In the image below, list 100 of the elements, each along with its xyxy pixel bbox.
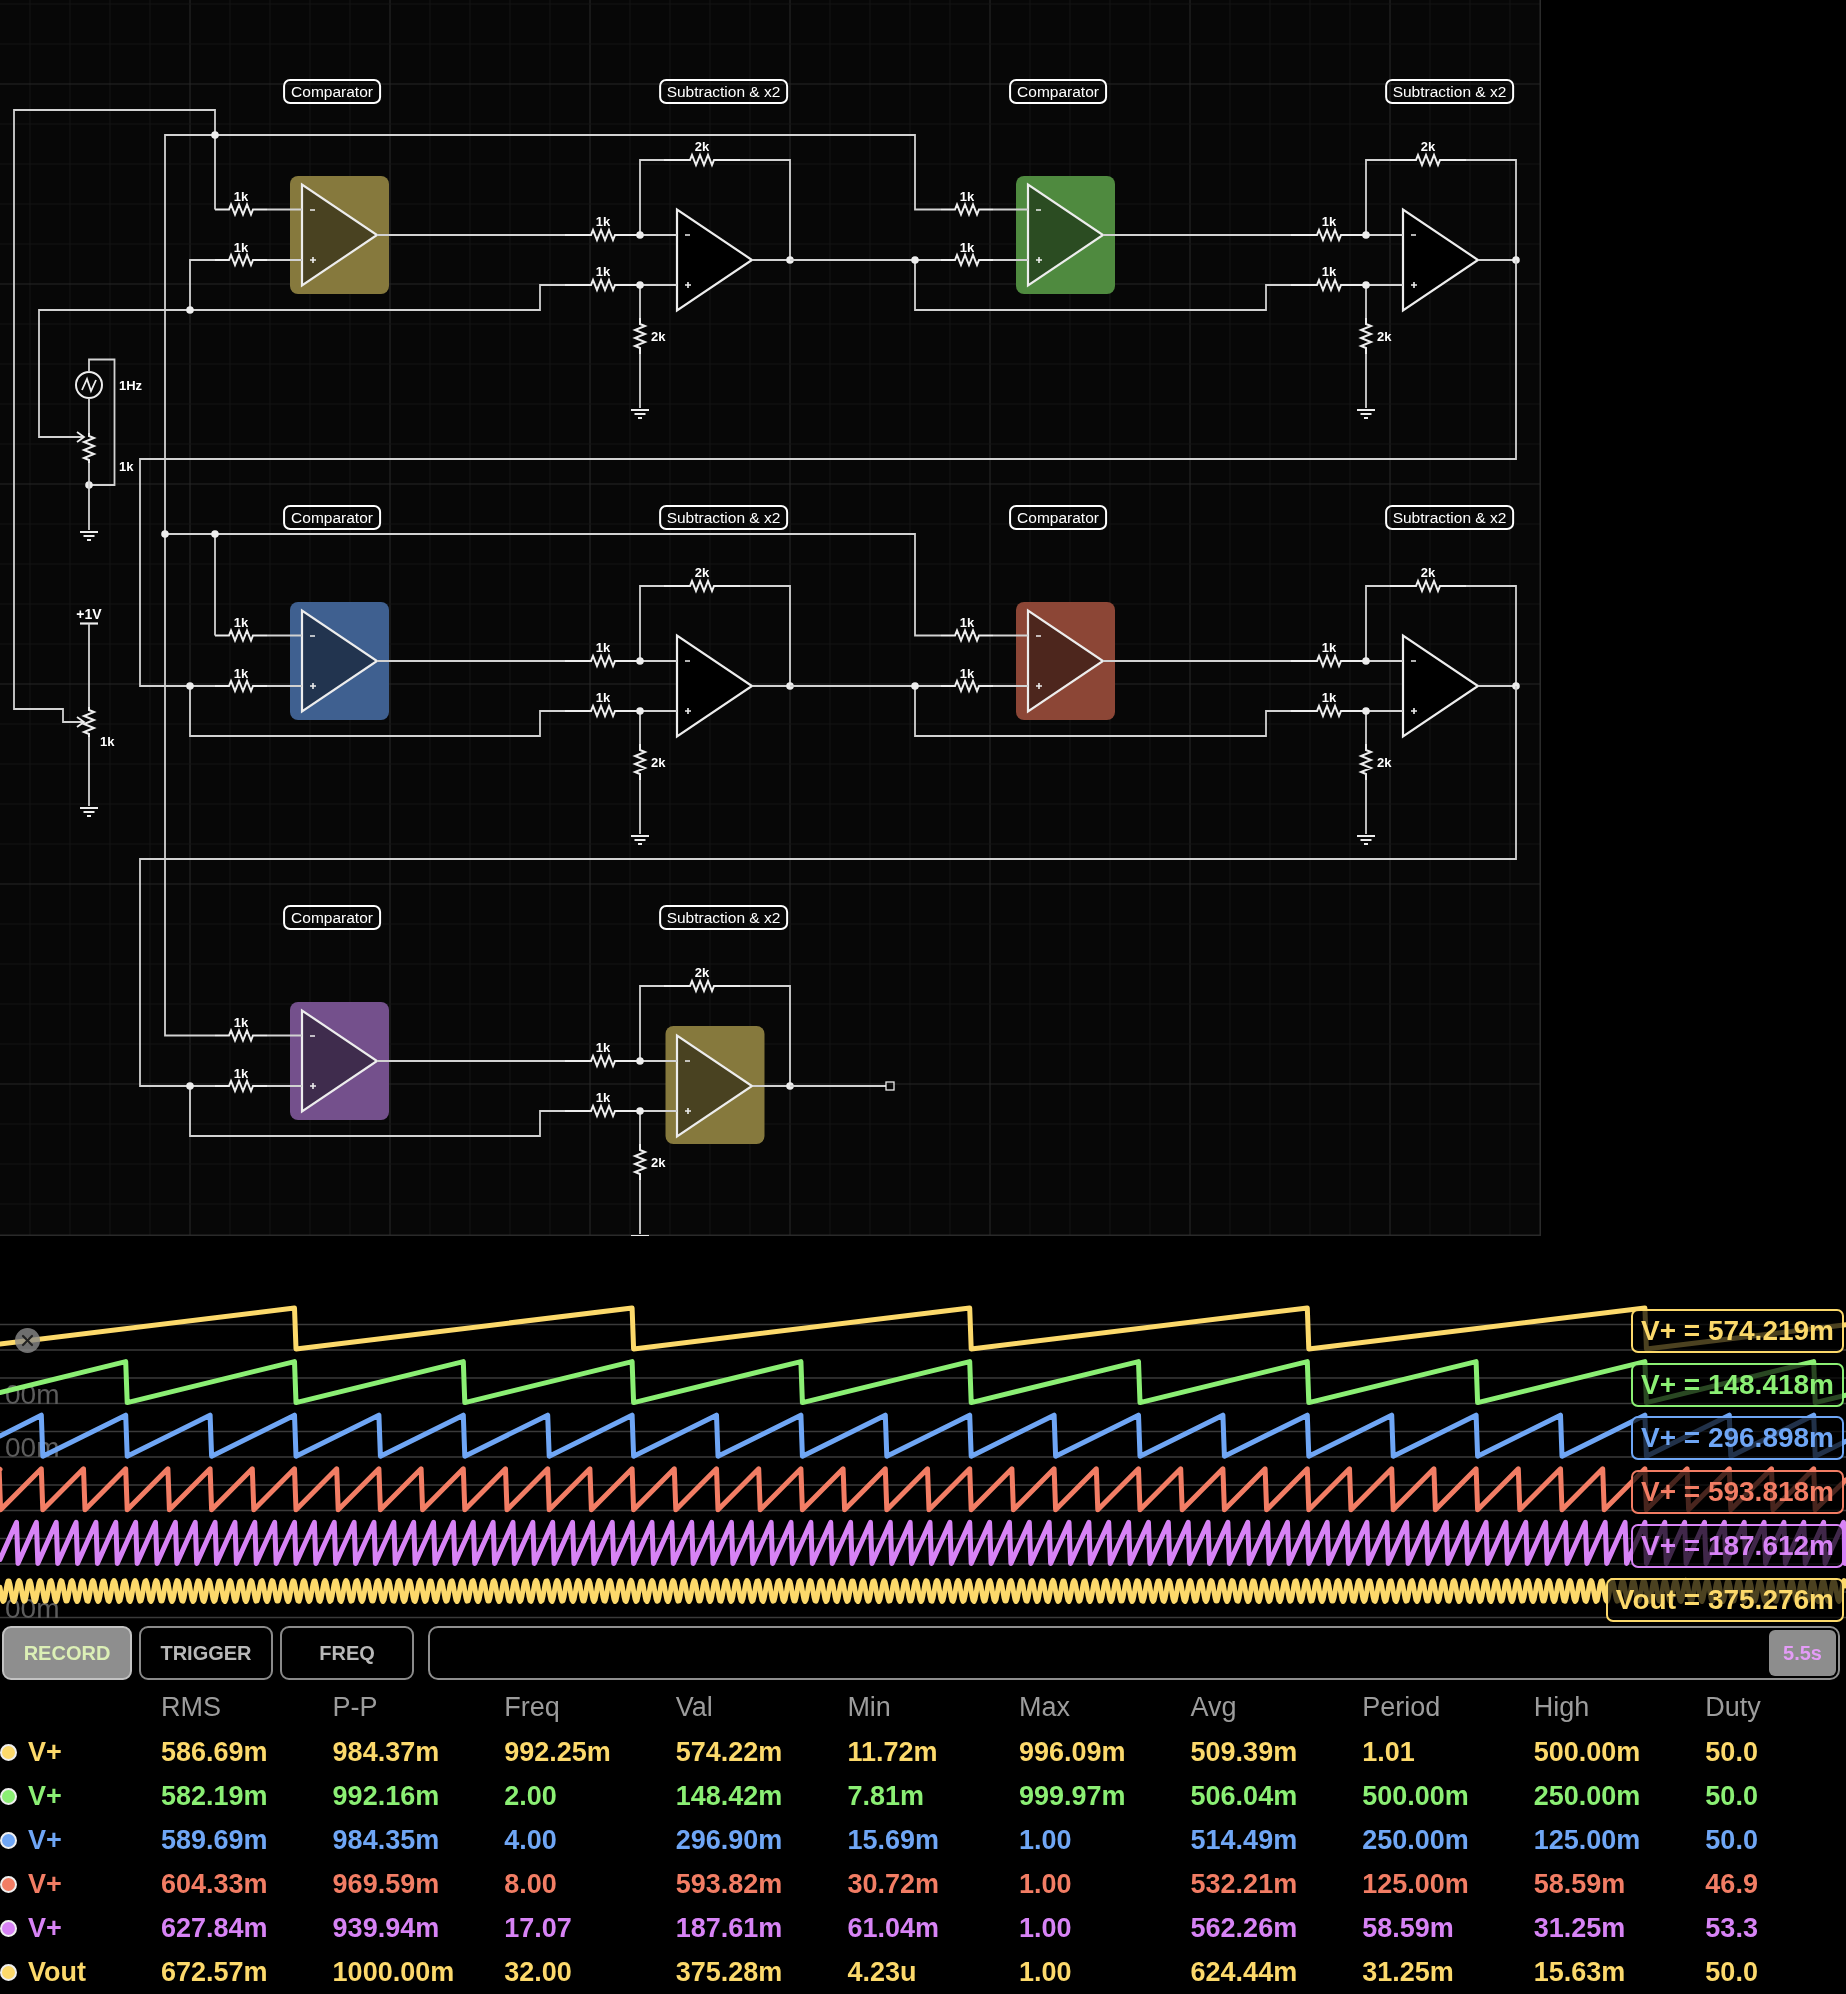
resistor-icon <box>663 578 741 594</box>
module-label: Comparator <box>283 505 381 530</box>
supply-rail-icon <box>80 622 98 625</box>
table-cell: 1.01 <box>1362 1738 1415 1766</box>
junction-dot-icon <box>1362 281 1370 289</box>
junction-dot-icon <box>1362 231 1370 239</box>
resistor-value: 2k <box>1377 329 1392 344</box>
table-cell: 187.61m <box>675 1914 783 1942</box>
op-amp-icon <box>1401 633 1480 739</box>
resistor-value: 1k <box>1321 640 1337 655</box>
time-window-button[interactable]: 5.5s <box>1769 1630 1836 1676</box>
table-cell: 30.72m <box>847 1870 939 1898</box>
column-header: High <box>1533 1693 1590 1721</box>
ground-icon <box>630 409 650 419</box>
resistor-icon <box>1358 743 1374 781</box>
table-cell: 50.0 <box>1705 1738 1758 1766</box>
table-cell: 31.25m <box>1362 1958 1454 1986</box>
resistor-value: 1k <box>233 1015 249 1030</box>
resistor-icon <box>1389 152 1467 168</box>
channel-name: V+ <box>28 1826 62 1854</box>
table-cell: 58.59m <box>1362 1914 1454 1942</box>
resistor-value: 1k <box>233 1065 249 1081</box>
channel-name: V+ <box>28 1738 62 1766</box>
junction-dot-icon <box>211 131 219 139</box>
channel-reading: V+ = 593.818m <box>1630 1470 1844 1515</box>
table-cell: 296.90m <box>675 1826 783 1854</box>
module-label: Subtraction & x2 <box>1384 505 1515 530</box>
resistor-value: 1k <box>959 239 975 255</box>
table-cell: 50.0 <box>1705 1782 1758 1810</box>
column-header: Freq <box>504 1693 560 1721</box>
resistor-value: 1k <box>959 665 975 681</box>
table-cell: 996.09m <box>1018 1738 1126 1766</box>
table-cell: 509.39m <box>1190 1738 1298 1766</box>
table-cell: 15.63m <box>1533 1958 1626 1986</box>
junction-dot-icon <box>636 281 644 289</box>
module-label: Subtraction & x2 <box>658 79 789 104</box>
ground-icon <box>1356 409 1376 419</box>
resistor-value: 1k <box>1321 264 1337 279</box>
timeline-bar[interactable]: 5.5s <box>428 1626 1840 1680</box>
junction-dot-icon <box>1362 707 1370 715</box>
potentiometer-icon <box>76 431 97 464</box>
junction-dot-icon <box>636 1107 644 1115</box>
resistor-value: 1k <box>1321 214 1337 229</box>
resistor-value: 1k <box>595 1090 611 1105</box>
resistor-icon <box>663 978 741 994</box>
module-label: Comparator <box>1009 79 1107 104</box>
resistor-value: 2k <box>1377 755 1392 770</box>
table-cell: 17.07 <box>504 1914 572 1942</box>
table-cell: 604.33m <box>161 1870 268 1898</box>
resistor-icon <box>663 152 741 168</box>
trigger-button[interactable]: TRIGGER <box>139 1626 273 1680</box>
record-button[interactable]: RECORD <box>2 1626 132 1680</box>
table-cell: 627.84m <box>161 1914 268 1942</box>
resistor-value: 2k <box>651 1155 666 1170</box>
table-cell: 939.94m <box>332 1914 440 1942</box>
op-amp-icon <box>290 602 389 720</box>
table-cell: 31.25m <box>1533 1914 1626 1942</box>
table-cell: 1000.00m <box>332 1958 455 1986</box>
junction-dot-icon <box>911 682 919 690</box>
table-cell: 46.9 <box>1705 1870 1758 1898</box>
column-header: Duty <box>1705 1693 1761 1721</box>
resistor-icon <box>940 201 994 218</box>
freq-button[interactable]: FREQ <box>280 1626 414 1680</box>
resistor-value: 1k <box>595 214 611 229</box>
module-label: Comparator <box>283 905 381 930</box>
channel-reading: Vout = 375.276m <box>1605 1577 1844 1622</box>
junction-dot-icon <box>636 1057 644 1065</box>
supply-voltage: +1V <box>76 606 102 622</box>
table-cell: 999.97m <box>1018 1782 1126 1810</box>
module-label: Subtraction & x2 <box>1384 79 1515 104</box>
table-cell: 593.82m <box>675 1870 783 1898</box>
column-header: Val <box>675 1693 713 1721</box>
table-cell: 586.69m <box>161 1738 268 1766</box>
resistor-value: 1k <box>233 665 249 681</box>
table-cell: 61.04m <box>847 1914 939 1942</box>
junction-dot-icon <box>1512 682 1520 690</box>
table-cell: 58.59m <box>1533 1870 1626 1898</box>
table-cell: 250.00m <box>1533 1782 1641 1810</box>
resistor-value: 1k <box>233 239 249 255</box>
table-cell: 148.42m <box>675 1782 783 1810</box>
table-cell: 53.3 <box>1705 1914 1758 1942</box>
column-header: Period <box>1362 1693 1441 1721</box>
resistor-icon <box>214 252 268 268</box>
junction-dot-icon <box>636 231 644 239</box>
resistor-value: 1k <box>119 459 134 474</box>
table-cell: 992.16m <box>332 1782 440 1810</box>
junction-dot-icon <box>786 1082 794 1090</box>
channel-reading: V+ = 296.898m <box>1630 1416 1844 1461</box>
resistor-icon <box>214 678 268 694</box>
signal-source-icon <box>75 371 103 399</box>
table-cell: 2.00 <box>504 1782 557 1810</box>
close-icon[interactable] <box>15 1328 40 1353</box>
table-cell: 1.00 <box>1018 1958 1072 1986</box>
junction-dot-icon <box>1362 657 1370 665</box>
table-cell: 50.0 <box>1705 1958 1758 1986</box>
table-cell: 500.00m <box>1533 1738 1641 1766</box>
junction-dot-icon <box>786 256 794 264</box>
op-amp-icon <box>290 176 389 294</box>
table-cell: 11.72m <box>847 1738 938 1766</box>
junction-dot-icon <box>211 530 219 538</box>
